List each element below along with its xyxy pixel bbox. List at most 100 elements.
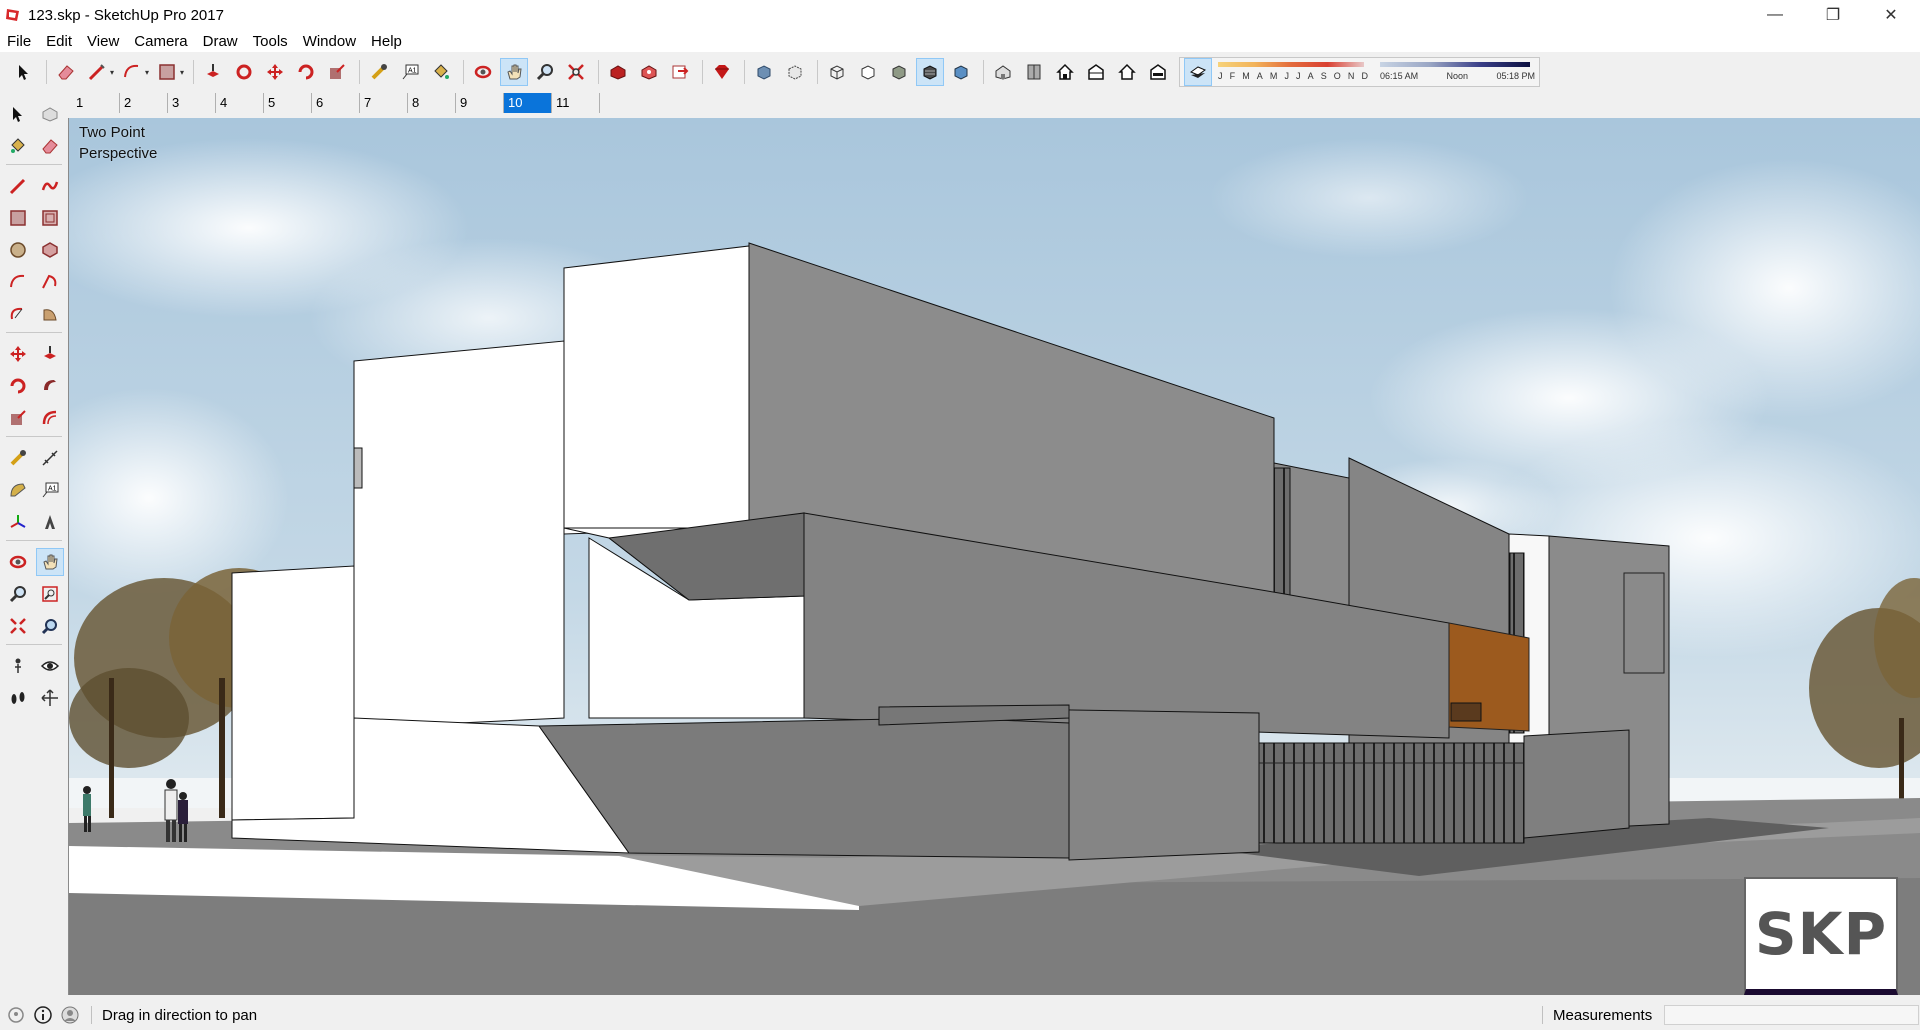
measurements-input[interactable]	[1664, 1005, 1920, 1025]
freehand-tool-button[interactable]	[36, 172, 64, 200]
menu-tools[interactable]: Tools	[246, 33, 296, 50]
shaded-textures-style-button[interactable]	[916, 58, 945, 86]
arc-tool-button[interactable]	[118, 58, 146, 86]
select-tool-button[interactable]	[10, 58, 38, 86]
paint-bucket-tool-button[interactable]	[4, 132, 32, 160]
rotate-tool-button[interactable]	[4, 372, 32, 400]
back-view-button[interactable]	[1113, 58, 1141, 86]
rectangle-tool-button[interactable]	[153, 58, 181, 86]
user-account-button[interactable]	[59, 1004, 81, 1026]
maximize-button[interactable]: ❐	[1804, 0, 1862, 30]
two-point-arc-tool-button[interactable]	[36, 268, 64, 296]
rotated-rectangle-tool-button[interactable]	[36, 204, 64, 232]
menu-camera[interactable]: Camera	[127, 33, 195, 50]
push-pull-tool-button[interactable]	[36, 340, 64, 368]
eraser-tool-button[interactable]	[52, 58, 80, 86]
line-dropdown-icon[interactable]: ▾	[110, 68, 114, 77]
zoom-extents-tool-button[interactable]	[562, 58, 590, 86]
walk-tool-button[interactable]	[4, 684, 32, 712]
extension-warehouse-button[interactable]	[635, 58, 663, 86]
previous-view-button[interactable]	[36, 612, 64, 640]
tape-measure-tool-button[interactable]	[365, 58, 393, 86]
top-view-button[interactable]	[1020, 58, 1048, 86]
text-tool-button[interactable]: A1	[396, 58, 424, 86]
scene-tab-6[interactable]: 6	[312, 93, 360, 113]
hidden-line-style-button[interactable]	[854, 58, 882, 86]
scene-tab-7[interactable]: 7	[360, 93, 408, 113]
zoom-tool-button[interactable]	[4, 580, 32, 608]
orbit-tool-button[interactable]	[4, 548, 32, 576]
shadow-time-slider[interactable]: 06:15 AM Noon 05:18 PM	[1380, 59, 1535, 85]
protractor-tool-button[interactable]	[4, 476, 32, 504]
offset-tool-button[interactable]	[36, 404, 64, 432]
scene-tab-2[interactable]: 2	[120, 93, 168, 113]
shape-dropdown-icon[interactable]: ▾	[180, 68, 184, 77]
eraser-tool-button[interactable]	[36, 132, 64, 160]
three-point-arc-tool-button[interactable]	[4, 300, 32, 328]
scale-tool-button[interactable]	[323, 58, 351, 86]
monochrome-style-button[interactable]	[947, 58, 975, 86]
scale-tool-button[interactable]	[4, 404, 32, 432]
move-tool-button[interactable]	[261, 58, 289, 86]
paint-bucket-tool-button[interactable]	[427, 58, 455, 86]
left-view-button[interactable]	[1144, 58, 1172, 86]
minimize-button[interactable]: —	[1746, 0, 1804, 30]
scene-tab-8[interactable]: 8	[408, 93, 456, 113]
scene-tab-4[interactable]: 4	[216, 93, 264, 113]
line-tool-button[interactable]	[4, 172, 32, 200]
line-tool-button[interactable]	[83, 58, 111, 86]
shaded-style-button[interactable]	[885, 58, 913, 86]
scene-tab-5[interactable]: 5	[264, 93, 312, 113]
model-viewport[interactable]: Two Point Perspective SKP	[68, 118, 1920, 995]
pan-tool-button[interactable]	[500, 58, 529, 86]
zoom-extents-tool-button[interactable]	[4, 612, 32, 640]
3d-text-tool-button[interactable]	[36, 508, 64, 536]
look-around-tool-button[interactable]	[36, 652, 64, 680]
pan-tool-button[interactable]	[36, 548, 64, 576]
follow-me-tool-button[interactable]	[230, 58, 258, 86]
scene-tab-11[interactable]: 11	[552, 93, 600, 113]
orbit-tool-button[interactable]	[469, 58, 497, 86]
polygon-tool-button[interactable]	[36, 236, 64, 264]
wireframe-style-button[interactable]	[823, 58, 851, 86]
scene-tab-9[interactable]: 9	[456, 93, 504, 113]
section-plane-tool-button[interactable]	[36, 684, 64, 712]
menu-draw[interactable]: Draw	[196, 33, 246, 50]
make-component-button[interactable]	[36, 100, 64, 128]
scene-tab-3[interactable]: 3	[168, 93, 216, 113]
credits-status-button[interactable]	[32, 1004, 54, 1026]
front-view-button[interactable]	[1051, 58, 1079, 86]
3d-warehouse-button[interactable]	[604, 58, 632, 86]
arc-tool-button[interactable]	[4, 268, 32, 296]
circle-tool-button[interactable]	[4, 236, 32, 264]
geo-location-status-button[interactable]	[5, 1004, 27, 1026]
scene-tab-1[interactable]: 1	[72, 93, 120, 113]
iso-view-button[interactable]	[989, 58, 1017, 86]
move-tool-button[interactable]	[4, 340, 32, 368]
menu-edit[interactable]: Edit	[39, 33, 80, 50]
zoom-tool-button[interactable]	[531, 58, 559, 86]
right-view-button[interactable]	[1082, 58, 1110, 86]
ruby-console-button[interactable]	[708, 58, 736, 86]
push-pull-tool-button[interactable]	[199, 58, 227, 86]
axes-tool-button[interactable]	[4, 508, 32, 536]
shadows-toggle-button[interactable]	[1184, 58, 1213, 86]
back-edges-style-button[interactable]	[781, 58, 809, 86]
scene-tab-10[interactable]: 10	[504, 93, 552, 113]
pie-tool-button[interactable]	[36, 300, 64, 328]
select-tool-button[interactable]	[4, 100, 32, 128]
send-to-layout-button[interactable]	[666, 58, 694, 86]
menu-file[interactable]: File	[0, 33, 39, 50]
rotate-tool-button[interactable]	[292, 58, 320, 86]
xray-style-button[interactable]	[750, 58, 778, 86]
position-camera-tool-button[interactable]	[4, 652, 32, 680]
close-button[interactable]: ✕	[1862, 0, 1920, 30]
follow-me-tool-button[interactable]	[36, 372, 64, 400]
text-tool-button[interactable]: A1	[36, 476, 64, 504]
menu-window[interactable]: Window	[296, 33, 364, 50]
tape-measure-tool-button[interactable]	[4, 444, 32, 472]
shadow-date-slider[interactable]: J F M A M J J A S O N D	[1218, 59, 1368, 85]
zoom-window-tool-button[interactable]	[36, 580, 64, 608]
arc-dropdown-icon[interactable]: ▾	[145, 68, 149, 77]
rectangle-tool-button[interactable]	[4, 204, 32, 232]
